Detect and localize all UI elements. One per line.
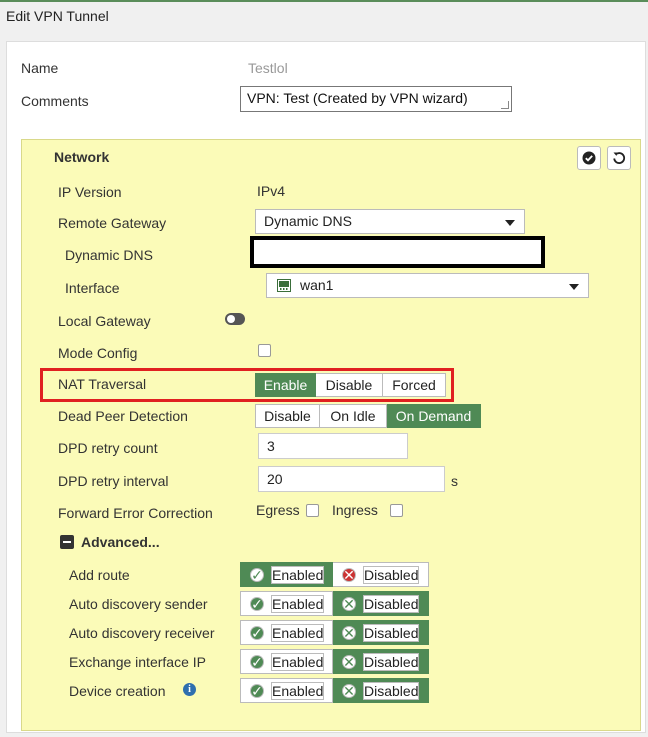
- dynamic-dns-label: Dynamic DNS: [65, 247, 153, 263]
- name-label: Name: [21, 60, 59, 76]
- chevron-down-icon: [569, 284, 579, 290]
- dpd-retry-count-input[interactable]: 3: [258, 433, 408, 459]
- dpd-on-demand[interactable]: On Demand: [387, 404, 481, 428]
- check-circle-icon: ✓: [250, 624, 264, 641]
- dialog-header: Edit VPN Tunnel: [0, 0, 648, 30]
- auto-discovery-receiver-enabled-option[interactable]: ✓ Enabled: [240, 620, 333, 645]
- device-creation-label: Device creation: [69, 683, 166, 699]
- disabled-label: Disabled: [363, 623, 420, 642]
- comments-label: Comments: [21, 93, 89, 109]
- resize-handle-icon[interactable]: [501, 101, 509, 109]
- check-circle-icon: ✓: [250, 595, 264, 612]
- x-circle-icon: ✕: [342, 566, 356, 583]
- x-circle-icon: ✕: [342, 595, 356, 612]
- x-circle-icon: ✕: [342, 653, 356, 670]
- dpd-label: Dead Peer Detection: [58, 408, 188, 424]
- check-circle-icon: ✓: [250, 653, 264, 670]
- dpd-retry-count-value: 3: [267, 438, 275, 454]
- remote-gateway-select[interactable]: Dynamic DNS: [255, 209, 525, 234]
- add-route-enabled-option[interactable]: ✓ Enabled: [240, 562, 333, 587]
- highlight-box: [40, 368, 454, 402]
- disabled-label: Disabled: [363, 681, 420, 700]
- add-route-label: Add route: [69, 567, 130, 583]
- dpd-disable[interactable]: Disable: [255, 404, 320, 428]
- dialog-title: Edit VPN Tunnel: [6, 8, 109, 24]
- ip-version-value: IPv4: [257, 183, 286, 199]
- enabled-label: Enabled: [271, 594, 325, 613]
- dpd-options: Disable On Idle On Demand: [255, 404, 481, 428]
- info-icon[interactable]: i: [183, 683, 196, 696]
- auto-discovery-sender-disabled-option[interactable]: ✕ Disabled: [333, 591, 429, 616]
- auto-discovery-sender-label: Auto discovery sender: [69, 596, 208, 612]
- add-route-toggle: ✓ Enabled ✕ Disabled: [240, 562, 429, 587]
- x-circle-icon: ✕: [342, 682, 356, 699]
- device-creation-enabled-option[interactable]: ✓ Enabled: [240, 678, 333, 703]
- network-section-title: Network: [54, 149, 110, 165]
- interface-label: Interface: [65, 280, 120, 296]
- dpd-retry-interval-value: 20: [267, 471, 283, 487]
- fec-ingress-label: Ingress: [332, 502, 378, 518]
- exchange-interface-ip-label: Exchange interface IP: [69, 654, 206, 670]
- add-route-disabled-option[interactable]: ✕ Disabled: [333, 562, 429, 587]
- dpd-on-idle[interactable]: On Idle: [320, 404, 387, 428]
- exchange-interface-ip-enabled-option[interactable]: ✓ Enabled: [240, 649, 333, 674]
- enabled-label: Enabled: [271, 652, 325, 671]
- disabled-label: Disabled: [363, 594, 420, 613]
- network-port-icon: [277, 279, 291, 292]
- enabled-label: Enabled: [271, 565, 325, 584]
- chevron-down-icon: [505, 220, 515, 226]
- mode-config-checkbox[interactable]: [258, 344, 271, 357]
- advanced-title: Advanced...: [81, 534, 160, 550]
- ip-version-label: IP Version: [58, 184, 122, 200]
- exchange-interface-ip-disabled-option[interactable]: ✕ Disabled: [333, 649, 429, 674]
- dynamic-dns-input[interactable]: [250, 236, 545, 268]
- enabled-label: Enabled: [271, 623, 325, 642]
- undo-icon: [613, 152, 626, 164]
- device-creation-toggle: ✓ Enabled ✕ Disabled: [240, 678, 429, 703]
- check-circle-icon: [582, 151, 596, 165]
- dpd-retry-interval-label: DPD retry interval: [58, 473, 169, 489]
- device-creation-disabled-option[interactable]: ✕ Disabled: [333, 678, 429, 703]
- dpd-retry-interval-unit: s: [451, 473, 458, 489]
- comments-text: VPN: Test (Created by VPN wizard): [247, 90, 468, 106]
- enabled-label: Enabled: [271, 681, 325, 700]
- auto-discovery-sender-enabled-option[interactable]: ✓ Enabled: [240, 591, 333, 616]
- interface-selected: wan1: [300, 277, 334, 293]
- exchange-interface-ip-toggle: ✓ Enabled ✕ Disabled: [240, 649, 429, 674]
- auto-discovery-receiver-disabled-option[interactable]: ✕ Disabled: [333, 620, 429, 645]
- comments-textarea[interactable]: VPN: Test (Created by VPN wizard): [240, 86, 512, 112]
- auto-discovery-receiver-toggle: ✓ Enabled ✕ Disabled: [240, 620, 429, 645]
- name-value: Testlol: [248, 60, 288, 76]
- local-gateway-label: Local Gateway: [58, 313, 151, 329]
- check-circle-icon: ✓: [250, 682, 264, 699]
- remote-gateway-label: Remote Gateway: [58, 215, 167, 231]
- local-gateway-toggle[interactable]: [225, 313, 245, 325]
- fec-label: Forward Error Correction: [58, 505, 213, 521]
- disabled-label: Disabled: [363, 565, 420, 584]
- x-circle-icon: ✕: [342, 624, 356, 641]
- apply-button[interactable]: [577, 146, 601, 170]
- interface-select[interactable]: wan1: [266, 273, 589, 298]
- auto-discovery-receiver-label: Auto discovery receiver: [69, 625, 215, 641]
- dpd-retry-count-label: DPD retry count: [58, 440, 158, 456]
- fec-egress-checkbox[interactable]: [306, 504, 319, 517]
- fec-ingress-checkbox[interactable]: [390, 504, 403, 517]
- auto-discovery-sender-toggle: ✓ Enabled ✕ Disabled: [240, 591, 429, 616]
- remote-gateway-selected: Dynamic DNS: [264, 213, 352, 229]
- check-circle-icon: ✓: [250, 566, 264, 583]
- advanced-toggle[interactable]: Advanced...: [60, 534, 160, 550]
- disabled-label: Disabled: [363, 652, 420, 671]
- mode-config-label: Mode Config: [58, 345, 138, 361]
- fec-egress-label: Egress: [256, 502, 300, 518]
- revert-button[interactable]: [607, 146, 631, 170]
- collapse-icon: [60, 535, 74, 549]
- dpd-retry-interval-input[interactable]: 20: [258, 466, 445, 492]
